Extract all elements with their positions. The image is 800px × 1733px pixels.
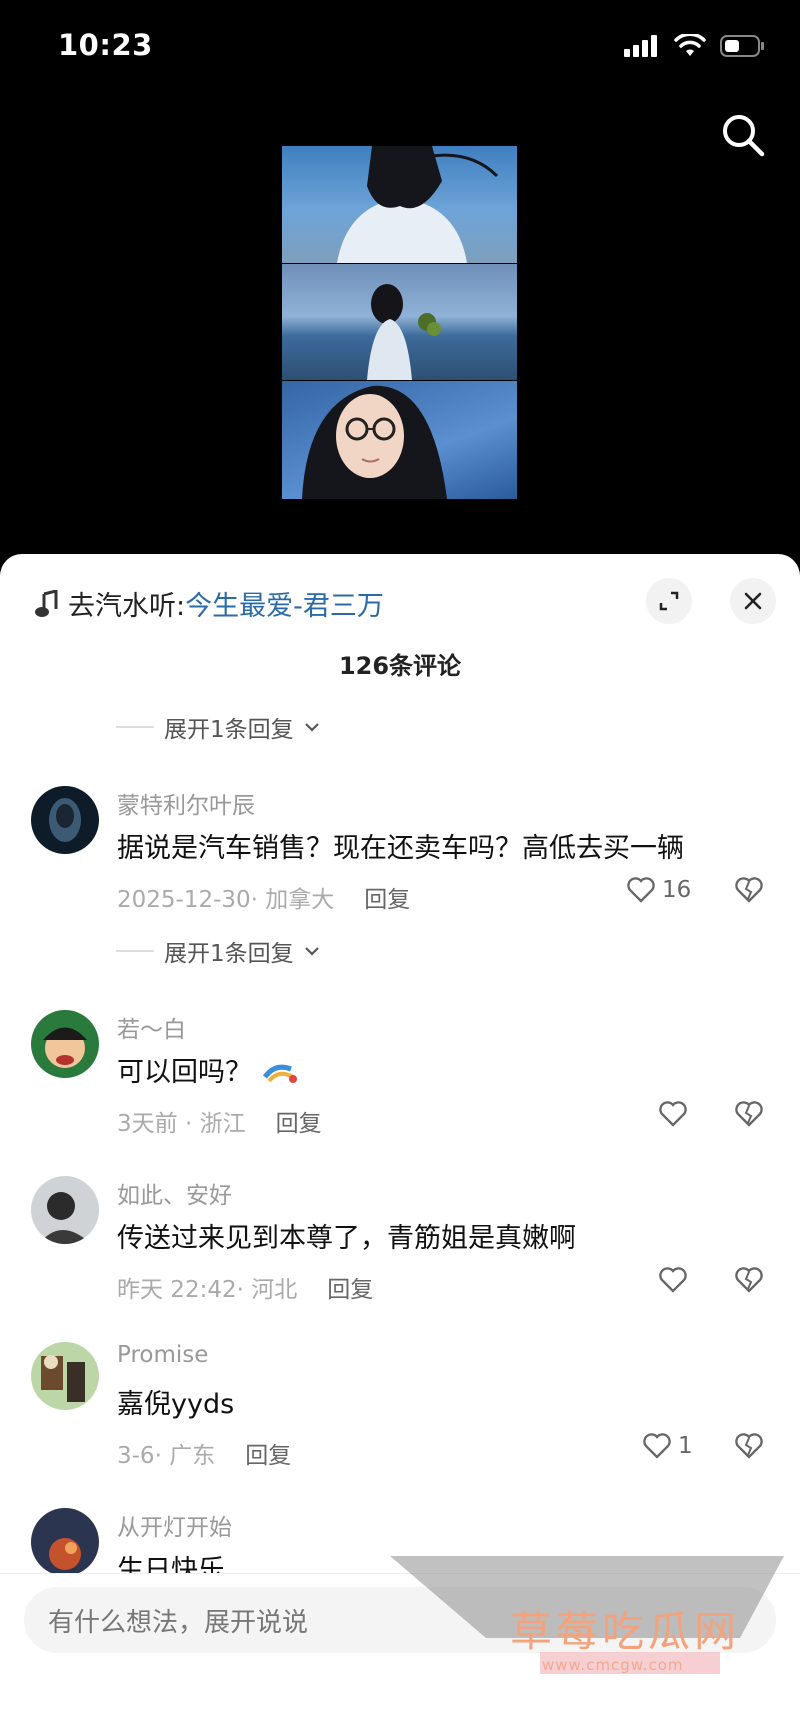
comment-meta: 2025-12-30· 加拿大 回复: [117, 880, 410, 914]
music-song-title[interactable]: 今生最爱-君三万: [185, 584, 384, 623]
expand-button[interactable]: [646, 578, 692, 624]
comment-meta: 昨天 22:42· 河北 回复: [117, 1270, 373, 1304]
comment-text: 传送过来见到本尊了，青筋姐是真嫩啊: [117, 1223, 576, 1254]
dislike-broken-heart-icon[interactable]: [734, 1432, 764, 1460]
chevron-down-icon: [304, 947, 319, 956]
comment-username[interactable]: Promise: [117, 1342, 208, 1368]
video-frame-1: [282, 146, 517, 263]
comment-username[interactable]: 若～白: [117, 1010, 186, 1044]
wifi-icon: [674, 34, 706, 56]
comment-time-location: 3-6· 广东: [117, 1443, 216, 1469]
comment-text: 可以回吗？: [117, 1050, 301, 1089]
expand-replies-label: 展开1条回复: [164, 717, 294, 743]
comment-meta: 3-6· 广东 回复: [117, 1436, 291, 1470]
comment-time-location: 昨天 22:42· 河北: [117, 1277, 298, 1303]
heart-icon: [659, 1267, 687, 1293]
music-prefix: 去汽水听:: [68, 591, 186, 622]
like-count: 1: [678, 1433, 693, 1459]
heart-icon: [659, 1101, 687, 1127]
music-note-icon: [35, 589, 58, 617]
close-icon: [744, 592, 762, 610]
battery-icon: [720, 35, 764, 57]
comment-time-location: 2025-12-30· 加拿大: [117, 887, 335, 913]
like-count: 16: [662, 877, 692, 903]
emoji-sticker-icon: [262, 1064, 297, 1083]
avatar[interactable]: [31, 1010, 99, 1078]
divider: [116, 950, 154, 952]
expand-replies-label: 展开1条回复: [164, 941, 294, 967]
video-frame-2: [282, 264, 517, 380]
watermark-title: 草莓吃瓜网: [510, 1607, 741, 1656]
reply-button[interactable]: 回复: [327, 1270, 373, 1304]
dislike-broken-heart-icon[interactable]: [734, 1266, 764, 1294]
avatar[interactable]: [31, 1176, 99, 1244]
heart-icon: [643, 1433, 671, 1459]
like-button[interactable]: [658, 1266, 688, 1294]
expand-replies-button[interactable]: 展开1条回复: [116, 710, 320, 744]
avatar[interactable]: [31, 786, 99, 854]
expand-icon: [659, 591, 679, 611]
status-time: 10:23: [58, 28, 153, 62]
like-button[interactable]: 1: [642, 1432, 693, 1460]
dislike-broken-heart-icon[interactable]: [734, 876, 764, 904]
signal-icon: [624, 35, 657, 57]
comment-input-placeholder: 有什么想法，展开说说: [48, 1607, 309, 1638]
chevron-down-icon: [304, 723, 319, 732]
comment-text-content: 可以回吗？: [117, 1057, 252, 1088]
search-icon[interactable]: [718, 110, 768, 160]
close-button[interactable]: [730, 578, 776, 624]
comment-username[interactable]: 从开灯开始: [117, 1508, 232, 1542]
comment-username[interactable]: 如此、安好: [117, 1176, 232, 1210]
divider: [116, 726, 154, 728]
comment-text: 嘉倪yyds: [117, 1389, 235, 1420]
comment-time-location: 3天前 · 浙江: [117, 1111, 246, 1137]
watermark-url: www.cmcgw.com: [542, 1656, 684, 1674]
avatar[interactable]: [31, 1342, 99, 1410]
reply-button[interactable]: 回复: [245, 1436, 291, 1470]
comment-count-title: 126条评论: [338, 652, 462, 680]
music-link[interactable]: 去汽水听: 今生最爱-君三万: [34, 584, 384, 623]
comment-text: 据说是汽车销售？现在还卖车吗？高低去买一辆: [117, 833, 684, 864]
avatar[interactable]: [31, 1508, 99, 1576]
comment-meta: 3天前 · 浙江 回复: [117, 1104, 322, 1138]
watermark: 草莓吃瓜网 www.cmcgw.com: [390, 1556, 790, 1696]
video-frame-3: [282, 381, 517, 499]
expand-replies-button[interactable]: 展开1条回复: [116, 934, 320, 968]
video-preview[interactable]: [282, 146, 517, 499]
dislike-broken-heart-icon[interactable]: [734, 1100, 764, 1128]
heart-icon: [627, 877, 655, 903]
comment-username[interactable]: 蒙特利尔叶辰: [117, 786, 255, 820]
like-button[interactable]: [658, 1100, 688, 1128]
like-button[interactable]: 16: [626, 876, 691, 904]
status-icons: [624, 34, 766, 58]
reply-button[interactable]: 回复: [364, 880, 410, 914]
reply-button[interactable]: 回复: [276, 1104, 322, 1138]
